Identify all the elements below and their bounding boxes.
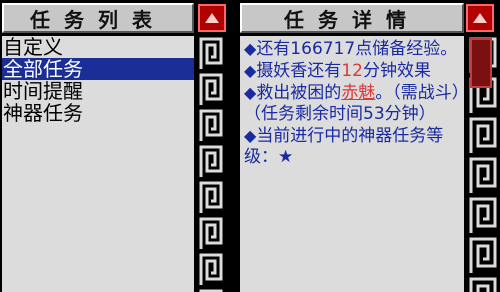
task-detail-title: 任务详情 — [240, 3, 464, 33]
right-scroll-thumb[interactable] — [470, 38, 492, 88]
detail-entry-incense: ◆摄妖香还有12分钟效果 — [244, 60, 462, 82]
task-category-custom[interactable]: 自定义 — [2, 36, 194, 58]
incense-text-pre: 摄妖香还有 — [256, 61, 342, 81]
task-list: 自定义 全部任务 时间提醒 神器任务 — [2, 36, 194, 292]
task-detail-panel: 任务详情 ◆还有166717点储备经验。 ◆摄妖香还有12分钟效果 ◆救出被困的… — [234, 0, 500, 292]
scroll-up-arrow-icon — [205, 13, 219, 23]
diamond-bullet-icon: ◆ — [244, 126, 257, 145]
rescue-text-pre: 救出被困的 — [256, 83, 342, 103]
scroll-up-arrow-icon — [473, 13, 487, 23]
task-category-artifact[interactable]: 神器任务 — [2, 102, 194, 124]
diamond-bullet-icon: ◆ — [244, 83, 257, 102]
right-scroll-up-button[interactable] — [466, 4, 494, 32]
star-icon: ★ — [278, 147, 294, 167]
exp-reserve-text: 还有166717点储备经验。 — [256, 39, 458, 59]
npc-link-chimei[interactable]: 赤魅 — [341, 83, 375, 103]
diamond-bullet-icon: ◆ — [244, 61, 257, 80]
right-scrollbar-track[interactable] — [466, 36, 500, 292]
artifact-level-text: 当前进行中的神器任务等级： — [244, 126, 444, 167]
detail-entry-rescue: ◆救出被困的赤魅。（需战斗）（任务剩余时间53分钟） — [244, 82, 462, 125]
task-category-all[interactable]: 全部任务 — [2, 58, 194, 80]
task-list-panel: 任务列表 自定义 全部任务 时间提醒 神器任务 — [0, 0, 232, 292]
greek-key-meander-icon — [198, 36, 224, 292]
incense-text-post: 分钟效果 — [362, 61, 431, 81]
detail-entry-exp: ◆还有166717点储备经验。 — [244, 38, 462, 60]
task-detail-content: ◆还有166717点储备经验。 ◆摄妖香还有12分钟效果 ◆救出被困的赤魅。（需… — [240, 36, 464, 292]
diamond-bullet-icon: ◆ — [244, 39, 257, 58]
task-list-title: 任务列表 — [2, 3, 194, 33]
left-scrollbar-track[interactable] — [196, 36, 226, 292]
detail-entry-artifact: ◆当前进行中的神器任务等级：★ — [244, 125, 462, 168]
incense-minutes: 12 — [341, 61, 363, 81]
task-category-time-reminder[interactable]: 时间提醒 — [2, 80, 194, 102]
left-scroll-up-button[interactable] — [198, 4, 226, 32]
